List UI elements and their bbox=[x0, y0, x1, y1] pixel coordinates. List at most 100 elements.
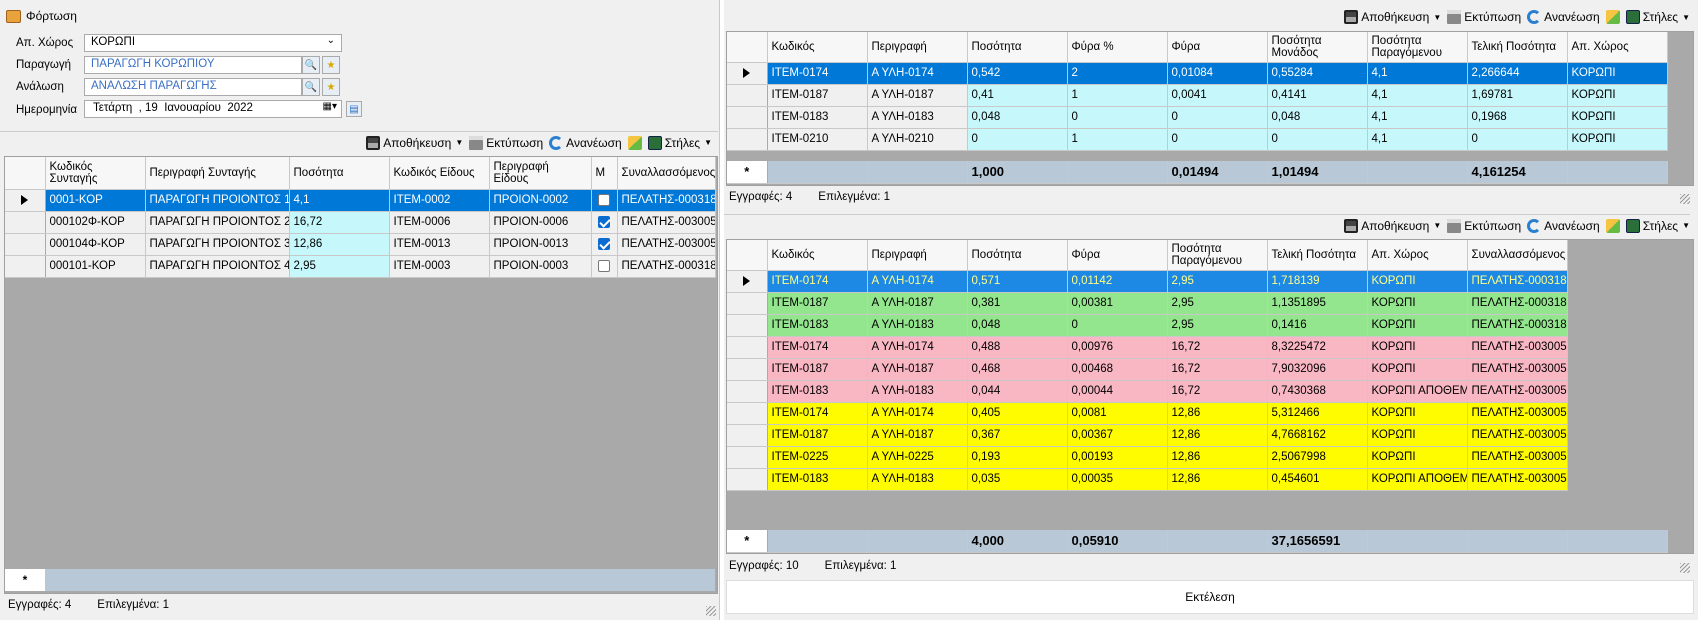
table-cell[interactable]: ΚΟΡΩΠΙ bbox=[1367, 292, 1468, 315]
table-cell[interactable]: 7,9032096 bbox=[1267, 358, 1368, 381]
table-cell[interactable]: 0,41 bbox=[967, 84, 1068, 107]
table-cell[interactable]: 0,381 bbox=[967, 292, 1068, 315]
col-header[interactable]: Ποσότητα Παραγόμενου bbox=[1167, 240, 1268, 271]
table-cell[interactable]: 4,1 bbox=[1367, 106, 1468, 129]
columns-button[interactable]: Στήλες ▼ bbox=[1625, 10, 1690, 24]
table-cell[interactable]: 12,86 bbox=[1167, 424, 1268, 447]
col-header[interactable]: Φύρα bbox=[1067, 240, 1168, 271]
resize-grip[interactable] bbox=[1680, 563, 1690, 573]
table-cell[interactable]: Α ΥΛΗ-0187 bbox=[867, 424, 968, 447]
table-cell[interactable]: ΠΕΛΑΤΗΣ-000318 bbox=[1467, 292, 1568, 315]
table-row[interactable]: ITEM-0187 Α ΥΛΗ-0187 0,41 1 0,0041 0,4141 4,1 1… bbox=[727, 84, 1668, 107]
table-cell[interactable]: 1,1351895 bbox=[1267, 292, 1368, 315]
checkbox[interactable] bbox=[598, 259, 610, 272]
col-header[interactable]: Περιγραφή bbox=[867, 240, 968, 271]
table-cell[interactable]: 16,72 bbox=[1167, 358, 1268, 381]
table-cell[interactable]: 0 bbox=[967, 128, 1068, 151]
table-cell[interactable]: 0,048 bbox=[1267, 106, 1368, 129]
table-cell[interactable]: Α ΥΛΗ-0225 bbox=[867, 446, 968, 469]
table-cell[interactable]: ITEM-0183 bbox=[767, 380, 868, 403]
calendar-button[interactable]: ▤ bbox=[346, 101, 362, 117]
table-cell[interactable]: ITEM-0210 bbox=[767, 128, 868, 151]
table-cell[interactable]: ITEM-0183 bbox=[767, 468, 868, 491]
table-cell[interactable]: 1 bbox=[1067, 128, 1168, 151]
checkbox-cell[interactable] bbox=[591, 189, 618, 212]
table-cell[interactable]: 5,312466 bbox=[1267, 402, 1368, 425]
table-cell[interactable]: Α ΥΛΗ-0183 bbox=[867, 314, 968, 337]
table-cell[interactable]: Α ΥΛΗ-0183 bbox=[867, 468, 968, 491]
table-cell[interactable]: Α ΥΛΗ-0210 bbox=[867, 128, 968, 151]
table-row[interactable]: ITEM-0174 Α ΥΛΗ-0174 0,405 0,0081 12,86 5,312… bbox=[727, 402, 1568, 425]
refresh-button[interactable]: Ανανέωση bbox=[549, 135, 622, 150]
table-cell[interactable]: 0,01084 bbox=[1167, 62, 1268, 85]
col-header[interactable]: Περιγραφή bbox=[867, 32, 968, 63]
table-row[interactable]: ITEM-0183 Α ΥΛΗ-0183 0,048 0 0 0,048 4,1 0,1968… bbox=[727, 106, 1668, 129]
table-cell[interactable]: ΠΕΛΑΤΗΣ-000318 bbox=[617, 255, 716, 278]
table-cell[interactable]: ΠΡΟΙΟΝ-0002 bbox=[489, 189, 592, 212]
resize-grip[interactable] bbox=[706, 606, 716, 616]
table-row[interactable]: 000101-ΚΟΡ ΠΑΡΑΓΩΓΗ ΠΡΟΙΟΝΤΟΣ 4 2,95 ITEM-0… bbox=[5, 255, 716, 278]
table-cell[interactable]: 4,1 bbox=[1367, 62, 1468, 85]
col-header[interactable]: Απ. Χώρος bbox=[1367, 240, 1468, 271]
warehouse-select[interactable]: ΚΟΡΩΠΙ ⌄ bbox=[84, 34, 342, 52]
table-cell[interactable]: 0,571 bbox=[967, 270, 1068, 293]
table-cell[interactable]: 0,00976 bbox=[1067, 336, 1168, 359]
print-button[interactable]: Εκτύπωση bbox=[1447, 218, 1521, 233]
consumption-favorite-button[interactable]: ★ bbox=[322, 78, 340, 96]
table-cell[interactable]: Α ΥΛΗ-0174 bbox=[867, 336, 968, 359]
col-header[interactable]: Περιγραφή Είδους bbox=[489, 157, 592, 190]
table-cell[interactable]: 0,0041 bbox=[1167, 84, 1268, 107]
checkbox-cell[interactable] bbox=[591, 255, 618, 278]
table-cell[interactable]: 0,55284 bbox=[1267, 62, 1368, 85]
table-cell[interactable]: 000101-ΚΟΡ bbox=[45, 255, 146, 278]
edit-button[interactable] bbox=[1605, 10, 1620, 24]
table-row[interactable]: ITEM-0174 Α ΥΛΗ-0174 0,542 2 0,01084 0,55284 4… bbox=[727, 62, 1668, 85]
table-cell[interactable]: ΠΕΛΑΤΗΣ-000318 bbox=[1467, 270, 1568, 293]
table-cell[interactable]: Α ΥΛΗ-0183 bbox=[867, 106, 968, 129]
col-header[interactable]: Τελική Ποσότητα bbox=[1467, 32, 1568, 63]
consumption-field[interactable]: ΑΝΑΛΩΣΗ ΠΑΡΑΓΩΓΗΣ bbox=[84, 78, 302, 96]
table-cell[interactable]: 0,454601 bbox=[1267, 468, 1368, 491]
table-cell[interactable]: 4,1 bbox=[289, 189, 390, 212]
table-cell[interactable]: ΚΟΡΩΠΙ ΑΠΟΘΕΜ... bbox=[1367, 468, 1468, 491]
col-header[interactable]: Ποσότητα bbox=[967, 32, 1068, 63]
table-cell[interactable]: 0,00367 bbox=[1067, 424, 1168, 447]
save-button[interactable]: Αποθήκευση ▼ bbox=[1344, 10, 1441, 24]
col-header[interactable]: Φύρα bbox=[1167, 32, 1268, 63]
table-cell[interactable]: Α ΥΛΗ-0187 bbox=[867, 358, 968, 381]
table-row[interactable]: ITEM-0174 Α ΥΛΗ-0174 0,571 0,01142 2,95 1,718… bbox=[727, 270, 1568, 293]
table-cell[interactable]: 1 bbox=[1067, 84, 1168, 107]
save-button[interactable]: Αποθήκευση ▼ bbox=[366, 135, 463, 150]
new-row-marker[interactable]: * bbox=[727, 530, 768, 553]
table-cell[interactable]: ΚΟΡΩΠΙ bbox=[1367, 270, 1468, 293]
col-header[interactable]: Συναλλασσόμενος bbox=[1467, 240, 1568, 271]
table-cell[interactable]: 0,7430368 bbox=[1267, 380, 1368, 403]
table-cell[interactable]: 2 bbox=[1067, 62, 1168, 85]
print-button[interactable]: Εκτύπωση bbox=[1447, 10, 1521, 24]
table-cell[interactable]: ITEM-0174 bbox=[767, 402, 868, 425]
col-header[interactable]: Συναλλασσόμενος bbox=[617, 157, 716, 190]
table-cell[interactable]: 1,69781 bbox=[1467, 84, 1568, 107]
edit-button[interactable] bbox=[1605, 218, 1620, 233]
table-row[interactable]: ITEM-0225 Α ΥΛΗ-0225 0,193 0,00193 12,86 2,50… bbox=[727, 446, 1568, 469]
col-header[interactable]: Ποσότητα Μονάδος bbox=[1267, 32, 1368, 63]
col-header[interactable]: Ποσότητα bbox=[967, 240, 1068, 271]
table-cell[interactable]: ΚΟΡΩΠΙ bbox=[1567, 62, 1668, 85]
production-field[interactable]: ΠΑΡΑΓΩΓΗ ΚΟΡΩΠΙΟΥ bbox=[84, 56, 302, 74]
col-header[interactable]: Κωδικός Συνταγής bbox=[45, 157, 146, 190]
table-cell[interactable]: ΠΕΛΑΤΗΣ-003005 bbox=[1467, 358, 1568, 381]
consumption-search-button[interactable]: 🔍 bbox=[302, 78, 320, 96]
col-header[interactable]: Κωδικός bbox=[767, 240, 868, 271]
table-cell[interactable]: 0,405 bbox=[967, 402, 1068, 425]
refresh-button[interactable]: Ανανέωση bbox=[1527, 218, 1600, 233]
table-cell[interactable]: ITEM-0187 bbox=[767, 292, 868, 315]
table-cell[interactable]: ITEM-0002 bbox=[389, 189, 490, 212]
table-cell[interactable]: ΠΕΛΑΤΗΣ-003005 bbox=[617, 211, 716, 234]
col-header[interactable]: Περιγραφή Συνταγής bbox=[145, 157, 290, 190]
col-header[interactable]: Τελική Ποσότητα bbox=[1267, 240, 1368, 271]
table-cell[interactable]: 000104Φ-ΚΟΡ bbox=[45, 233, 146, 256]
table-cell[interactable]: ΚΟΡΩΠΙ bbox=[1367, 424, 1468, 447]
table-cell[interactable]: 0,4141 bbox=[1267, 84, 1368, 107]
table-cell[interactable]: 0,542 bbox=[967, 62, 1068, 85]
table-cell[interactable]: ITEM-0183 bbox=[767, 314, 868, 337]
